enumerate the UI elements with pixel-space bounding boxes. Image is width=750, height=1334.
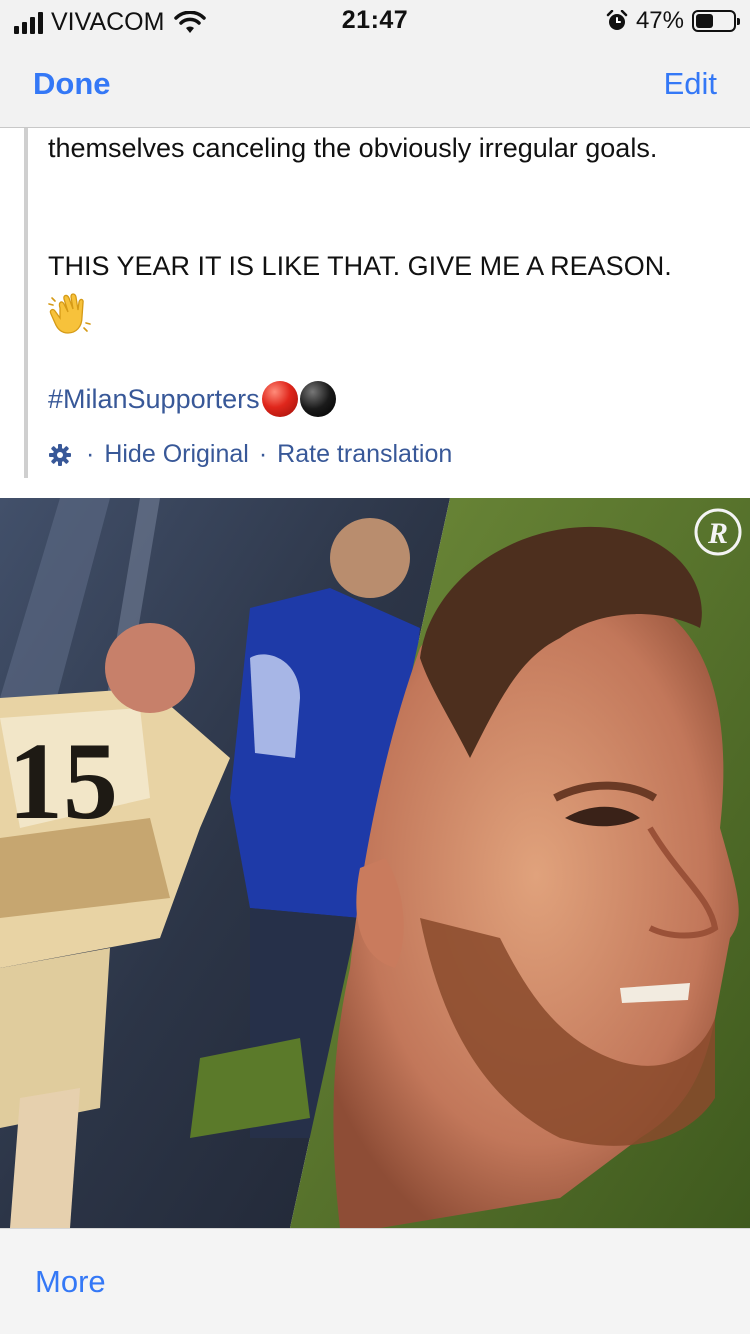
- shirt-number: 15: [8, 720, 118, 842]
- post-content: themselves canceling the obviously irreg…: [0, 128, 750, 498]
- edit-button[interactable]: Edit: [664, 66, 717, 102]
- bottom-toolbar: More: [0, 1228, 750, 1334]
- more-button[interactable]: More: [35, 1264, 106, 1300]
- black-circle-emoji-icon: [299, 381, 336, 417]
- translation-controls: · Hide Original · Rate translation: [48, 440, 452, 469]
- waving-hand-emoji-icon: [48, 293, 91, 334]
- status-right: 47%: [606, 7, 740, 35]
- separator: ·: [258, 440, 268, 468]
- hide-original-link[interactable]: Hide Original: [104, 440, 249, 469]
- battery-icon: [692, 10, 740, 32]
- watermark-logo-text: R: [707, 517, 728, 550]
- post-paragraph-1: themselves canceling the obviously irreg…: [48, 133, 658, 163]
- rate-translation-link[interactable]: Rate translation: [277, 440, 452, 469]
- gear-icon[interactable]: [48, 443, 72, 467]
- done-button[interactable]: Done: [33, 66, 111, 102]
- post-paragraph-2: THIS YEAR IT IS LIKE THAT. GIVE ME A REA…: [48, 251, 672, 281]
- red-circle-emoji-icon: [261, 381, 298, 417]
- alarm-icon: [606, 10, 628, 30]
- hashtag-link[interactable]: #MilanSupporters: [48, 384, 260, 415]
- hashtag-row: #MilanSupporters: [48, 381, 336, 417]
- quote-bar: [24, 128, 28, 478]
- battery-level: [696, 14, 713, 28]
- post-photo[interactable]: 15 R: [0, 498, 750, 1228]
- status-bar: VIVACOM 21:47 47%: [0, 0, 750, 40]
- navigation-bar: Done Edit: [0, 40, 750, 128]
- separator: ·: [86, 440, 95, 468]
- battery-percent: 47%: [635, 7, 684, 34]
